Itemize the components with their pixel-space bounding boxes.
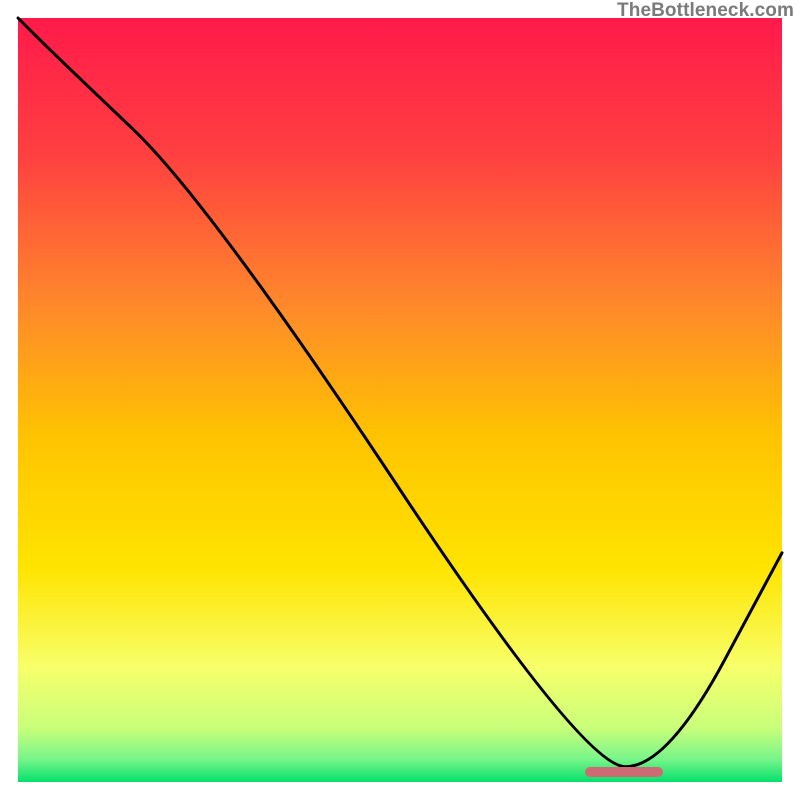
- chart-frame: TheBottleneck.com: [0, 0, 800, 800]
- plot-area: [18, 18, 782, 782]
- attribution-text: TheBottleneck.com: [617, 0, 794, 22]
- optimal-range-marker: [585, 767, 663, 777]
- bottleneck-curve: [18, 18, 782, 782]
